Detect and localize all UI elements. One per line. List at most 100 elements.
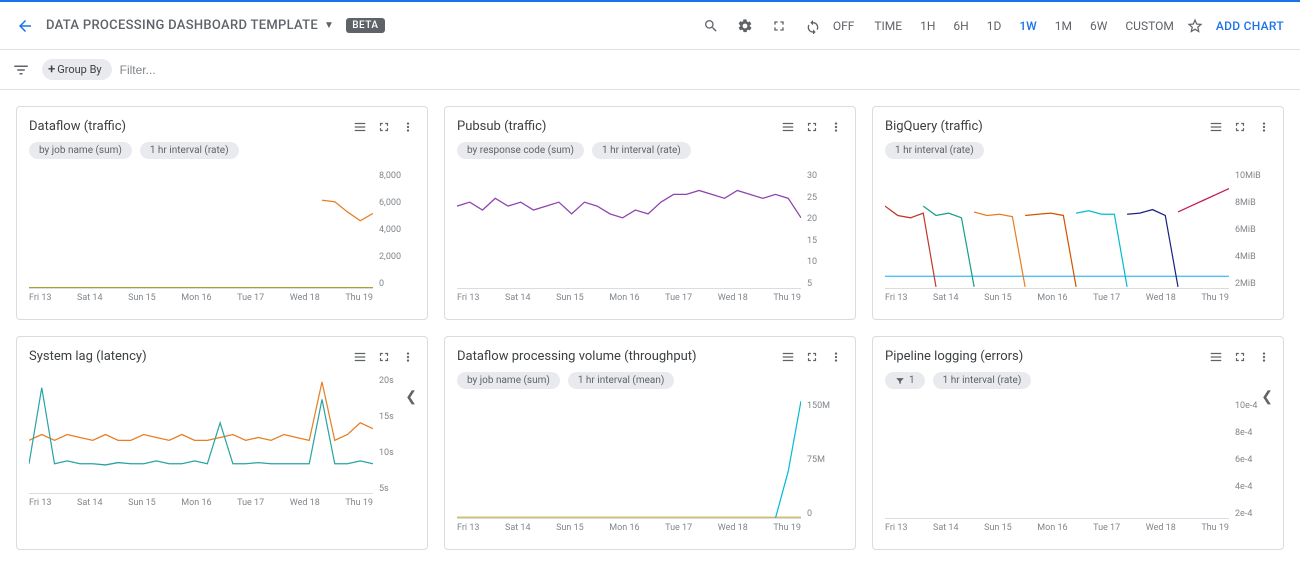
more-icon[interactable] — [401, 120, 415, 134]
series-seg-b — [923, 206, 974, 287]
card-header: BigQuery (traffic) — [873, 107, 1283, 142]
x-tick: Sat 14 — [505, 293, 531, 311]
card-title: Pipeline logging (errors) — [885, 349, 1201, 364]
more-icon[interactable] — [1257, 120, 1271, 134]
search-icon[interactable] — [703, 18, 719, 34]
chart-area[interactable]: 8,0006,0004,0002,0000Fri 13Sat 14Sun 15M… — [29, 171, 415, 311]
y-tick: 4e-4 — [1235, 482, 1271, 492]
more-icon[interactable] — [401, 350, 415, 364]
card-header: Dataflow processing volume (throughput) — [445, 337, 855, 372]
time-opt-custom[interactable]: CUSTOM — [1125, 19, 1173, 33]
chart-card-dataflow_volume: Dataflow processing volume (throughput)b… — [444, 336, 856, 550]
legend-icon[interactable] — [781, 120, 795, 134]
more-icon[interactable] — [829, 350, 843, 364]
chip-row: by job name (sum) 1 hr interval (mean) — [445, 372, 855, 397]
x-tick: Mon 16 — [609, 523, 639, 541]
chart-svg — [29, 376, 373, 493]
more-icon[interactable] — [829, 120, 843, 134]
chart-svg — [29, 171, 373, 288]
aggregation-chip[interactable]: 1 hr interval (rate) — [592, 142, 691, 159]
x-tick: Sun 15 — [984, 293, 1012, 311]
y-tick: 150M — [807, 401, 843, 411]
group-by-chip[interactable]: + Group By — [42, 59, 112, 80]
aggregation-chip[interactable]: 1 hr interval (mean) — [568, 372, 675, 389]
plus-icon: + — [48, 62, 55, 77]
expand-icon[interactable] — [1233, 120, 1247, 134]
aggregation-chip[interactable]: 1 hr interval (rate) — [140, 142, 239, 159]
chart-card-dataflow_traffic: Dataflow (traffic)by job name (sum)1 hr … — [16, 106, 428, 320]
legend-icon[interactable] — [781, 350, 795, 364]
aggregation-chip[interactable]: 1 hr interval (rate) — [885, 142, 984, 159]
time-opt-1m[interactable]: 1M — [1055, 19, 1072, 33]
back-button[interactable] — [16, 17, 34, 35]
legend-icon[interactable] — [1209, 120, 1223, 134]
add-chart-button[interactable]: ADD CHART — [1216, 19, 1284, 33]
card-title: BigQuery (traffic) — [885, 119, 1201, 134]
star-icon[interactable] — [1186, 17, 1204, 35]
dashboard-title[interactable]: DATA PROCESSING DASHBOARD TEMPLATE ▼ — [46, 18, 334, 33]
time-opt-6h[interactable]: 6H — [953, 19, 968, 33]
x-tick: Thu 19 — [345, 498, 373, 516]
chart-area[interactable]: 150M75M0Fri 13Sat 14Sun 15Mon 16Tue 17We… — [457, 401, 843, 541]
chevron-down-icon: ▼ — [324, 20, 334, 31]
x-tick: Tue 17 — [1093, 293, 1120, 311]
auto-refresh-off-label[interactable]: OFF — [833, 19, 855, 33]
chart-area[interactable]: 20s15s10s5sFri 13Sat 14Sun 15Mon 16Tue 1… — [29, 376, 415, 516]
x-tick: Mon 16 — [609, 293, 639, 311]
y-tick: 25 — [807, 193, 843, 203]
y-tick: 30 — [807, 171, 843, 181]
collapse-caret-icon[interactable]: ❮ — [1261, 389, 1273, 405]
filter-count-chip[interactable]: 1 — [885, 372, 925, 389]
plot-box — [457, 171, 801, 289]
aggregation-chip[interactable]: 1 hr interval (rate) — [933, 372, 1032, 389]
more-icon[interactable] — [1257, 350, 1271, 364]
filter-list-icon[interactable] — [8, 61, 34, 79]
legend-icon[interactable] — [353, 120, 367, 134]
y-tick: 20 — [807, 214, 843, 224]
gear-icon[interactable] — [737, 18, 753, 34]
time-opt-1d[interactable]: 1D — [987, 19, 1002, 33]
aggregation-chip[interactable]: by job name (sum) — [29, 142, 132, 159]
y-axis: 10e-48e-46e-44e-42e-4 — [1229, 401, 1271, 519]
aggregation-chip[interactable]: by job name (sum) — [457, 372, 560, 389]
chart-area[interactable]: 30252015105Fri 13Sat 14Sun 15Mon 16Tue 1… — [457, 171, 843, 311]
card-toolbar — [353, 120, 415, 134]
y-tick: 75M — [807, 455, 843, 465]
y-axis: 10MiB8MiB6MiB4MiB2MiB — [1229, 171, 1271, 289]
expand-icon[interactable] — [377, 350, 391, 364]
expand-icon[interactable] — [1233, 350, 1247, 364]
chart-area[interactable]: 10e-48e-46e-44e-42e-4Fri 13Sat 14Sun 15M… — [885, 401, 1271, 541]
x-axis: Fri 13Sat 14Sun 15Mon 16Tue 17Wed 18Thu … — [29, 498, 373, 516]
time-opt-1h[interactable]: 1H — [920, 19, 935, 33]
x-tick: Mon 16 — [1037, 293, 1067, 311]
plot-box — [885, 171, 1229, 289]
card-toolbar — [781, 350, 843, 364]
legend-icon[interactable] — [353, 350, 367, 364]
chart-area[interactable]: 10MiB8MiB6MiB4MiB2MiBFri 13Sat 14Sun 15M… — [885, 171, 1271, 311]
chart-card-system_lag: System lag (latency)❮20s15s10s5sFri 13Sa… — [16, 336, 428, 550]
aggregation-chip[interactable]: by response code (sum) — [457, 142, 584, 159]
expand-icon[interactable] — [805, 350, 819, 364]
time-opt-6w[interactable]: 6W — [1090, 19, 1107, 33]
time-opt-1w[interactable]: 1W — [1019, 19, 1036, 33]
expand-icon[interactable] — [805, 120, 819, 134]
x-tick: Fri 13 — [885, 523, 907, 541]
chip-row: 1 1 hr interval (rate) — [873, 372, 1283, 397]
x-axis: Fri 13Sat 14Sun 15Mon 16Tue 17Wed 18Thu … — [29, 293, 373, 311]
x-tick: Sun 15 — [556, 523, 584, 541]
fullscreen-icon[interactable] — [771, 18, 787, 34]
y-tick: 0 — [379, 279, 415, 289]
filter-input[interactable] — [120, 63, 1292, 77]
y-tick: 2,000 — [379, 252, 415, 262]
expand-icon[interactable] — [377, 120, 391, 134]
x-tick: Wed 18 — [1146, 523, 1176, 541]
x-axis: Fri 13Sat 14Sun 15Mon 16Tue 17Wed 18Thu … — [457, 293, 801, 311]
x-tick: Thu 19 — [773, 293, 801, 311]
series-job-count — [322, 200, 373, 221]
legend-icon[interactable] — [1209, 350, 1223, 364]
chart-card-bigquery_traffic: BigQuery (traffic) 1 hr interval (rate) 10… — [872, 106, 1284, 320]
refresh-icon[interactable] — [805, 18, 821, 34]
y-tick: 0 — [807, 509, 843, 519]
filter-bar: + Group By — [0, 50, 1300, 90]
collapse-caret-icon[interactable]: ❮ — [405, 389, 417, 405]
